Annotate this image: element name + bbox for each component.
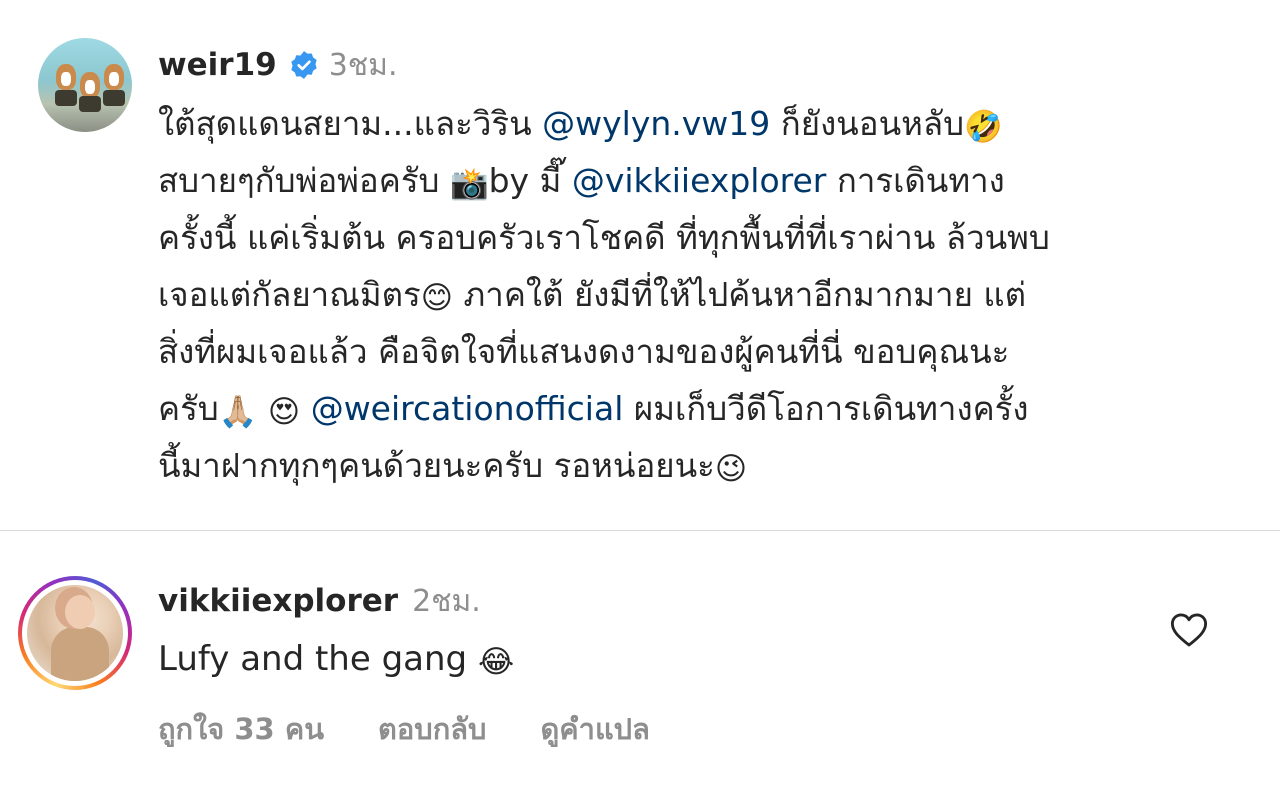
comment-timestamp: 2ชม. [412, 583, 481, 619]
caption-text [300, 389, 311, 428]
dog-image-part [80, 72, 100, 98]
reply-button[interactable]: ตอบกลับ [378, 706, 486, 752]
caption-text: ใต้สุดแดนสยาม...และวิริน [158, 104, 543, 143]
folded-hands-emoji: 🙏🏼 [218, 394, 258, 430]
post-header: weir19 3ชม. [158, 43, 397, 87]
post-timestamp: 3ชม. [328, 47, 398, 83]
caption-text: ครับ [158, 389, 219, 428]
dog-image-part [79, 96, 101, 112]
caption-text: ก็ยังนอนหลับ [770, 104, 965, 143]
commenter-image-part [65, 595, 95, 629]
winking-emoji: 😉 [714, 451, 748, 487]
rofl-emoji: 🤣 [964, 109, 1003, 145]
caption-line: ครั้งนี้ แค่เริ่มต้น ครอบครัวเราโชคดี ที… [158, 209, 1238, 266]
caption-text: สบายๆกับพ่อพ่อครับ [158, 161, 450, 200]
caption-line: สิ่งที่ผมเจอแล้ว คือจิตใจที่แสนงดงามของผ… [158, 323, 1238, 380]
caption-line: ใต้สุดแดนสยาม...และวิริน @wylyn.vw19 ก็ย… [158, 95, 1238, 152]
verified-badge-icon [291, 51, 317, 79]
divider [0, 530, 1280, 531]
commenter-username[interactable]: vikkiiexplorer [158, 583, 398, 619]
heart-icon[interactable] [1170, 612, 1208, 648]
dog-image-part [103, 90, 125, 106]
commenter-image-part [51, 627, 109, 681]
heart-eyes-emoji: 😍 [267, 394, 301, 430]
dog-image-part [104, 64, 124, 90]
caption-text: by มี๊ [488, 161, 572, 200]
comment-header: vikkiiexplorer 2ชม. [158, 580, 481, 622]
mention-link[interactable]: @vikkiiexplorer [572, 161, 827, 200]
comment-text: Lufy and the gang 😂 [158, 632, 514, 686]
caption-text: สิ่งที่ผมเจอแล้ว คือจิตใจที่แสนงดงามของผ… [158, 332, 1010, 371]
post-caption: ใต้สุดแดนสยาม...และวิริน @wylyn.vw19 ก็ย… [158, 95, 1238, 494]
caption-text: ครั้งนี้ แค่เริ่มต้น ครอบครัวเราโชคดี ที… [158, 218, 1050, 257]
caption-text: เจอแต่กัลยาณมิตร [158, 275, 421, 314]
dog-image-part [55, 90, 77, 106]
comment-actions: ถูกใจ 33 คน ตอบกลับ ดูคำแปล [158, 706, 704, 752]
dog-image-part [56, 64, 76, 90]
commenter-avatar[interactable] [27, 585, 123, 681]
caption-text: ผมเก็บวีดีโอการเดินทางครั้ง [623, 389, 1029, 428]
caption-line: ครับ🙏🏼 😍 @weircationofficial ผมเก็บวีดีโ… [158, 380, 1238, 437]
post-caption-block: weir19 3ชม. ใต้สุดแดนสยาม...และวิริน @wy… [0, 0, 1280, 530]
caption-text [257, 389, 268, 428]
tears-of-joy-emoji: 😂 [477, 644, 515, 680]
caption-line: เจอแต่กัลยาณมิตร😊 ภาคใต้ ยังมีที่ให้ไปค้… [158, 266, 1238, 323]
smiling-emoji: 😊 [420, 280, 454, 316]
mention-link[interactable]: @weircationofficial [311, 389, 624, 428]
author-username[interactable]: weir19 [158, 47, 277, 83]
caption-text: นี้มาฝากทุกๆคนด้วยนะครับ รอหน่อยนะ [158, 446, 715, 485]
comment-body: Lufy and the gang [158, 639, 478, 679]
likes-count-button[interactable]: ถูกใจ 33 คน [158, 706, 324, 752]
caption-text: การเดินทาง [826, 161, 1005, 200]
see-translation-button[interactable]: ดูคำแปล [540, 706, 649, 752]
author-avatar[interactable] [38, 38, 132, 132]
caption-line: สบายๆกับพ่อพ่อครับ 📸by มี๊ @vikkiiexplor… [158, 152, 1238, 209]
camera-flash-emoji: 📸 [450, 166, 489, 202]
caption-text: ภาคใต้ ยังมีที่ให้ไปค้นหาอีกมากมาย แต่ [453, 275, 1027, 314]
caption-line: นี้มาฝากทุกๆคนด้วยนะครับ รอหน่อยนะ😉 [158, 437, 1238, 494]
mention-link[interactable]: @wylyn.vw19 [542, 104, 770, 143]
